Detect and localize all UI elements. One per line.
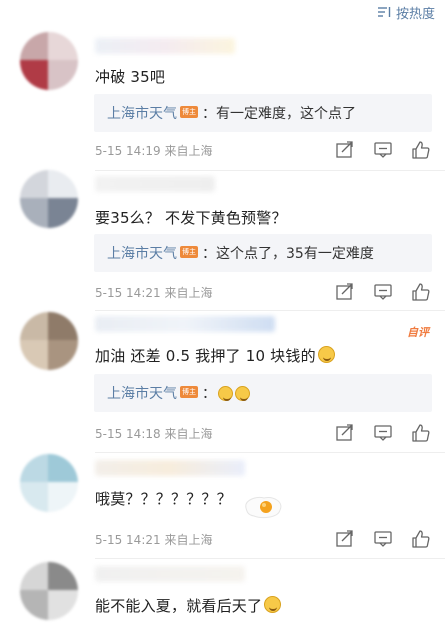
avatar[interactable] — [20, 454, 78, 512]
username-blurred[interactable] — [95, 176, 215, 192]
thumbs-up-icon[interactable] — [411, 530, 431, 548]
comment-icon[interactable] — [373, 530, 393, 548]
comment-text: 要35么？ 不发下黄色预警？ — [95, 209, 287, 227]
divider — [95, 452, 445, 453]
reply-preview[interactable]: 上海市天气 博主 ：有一定难度，这个点了 — [94, 94, 432, 132]
username-blurred[interactable] — [95, 460, 245, 476]
thumbs-up-icon[interactable] — [411, 424, 431, 442]
reply-preview[interactable]: 上海市天气 博主 ：这个点了，35有一定难度 — [94, 234, 432, 272]
comment-actions — [335, 283, 431, 301]
share-icon[interactable] — [335, 530, 355, 548]
divider — [95, 310, 445, 311]
username-blurred[interactable] — [95, 38, 235, 54]
thumbs-up-icon[interactable] — [411, 283, 431, 301]
laughing-emoji-icon — [218, 385, 233, 401]
avatar[interactable] — [20, 312, 78, 370]
reply-author[interactable]: 上海市天气 — [107, 243, 177, 263]
sort-label: 按热度 — [395, 6, 435, 22]
reply-text: ： — [202, 386, 216, 402]
share-icon[interactable] — [335, 283, 355, 301]
reply-text: ：有一定难度，这个点了 — [202, 106, 356, 122]
comment-icon[interactable] — [373, 141, 393, 159]
laughing-emoji-icon — [317, 346, 335, 363]
comment-meta: 5-15 14:21 来自上海 — [95, 286, 213, 300]
username-blurred[interactable] — [95, 566, 245, 582]
comment-icon[interactable] — [373, 283, 393, 301]
divider — [95, 558, 445, 559]
username-blurred[interactable] — [95, 316, 275, 332]
comment-actions — [335, 530, 431, 548]
reply-author[interactable]: 上海市天气 — [107, 383, 177, 403]
avatar[interactable] — [20, 170, 78, 228]
reply-preview[interactable]: 上海市天气 博主 ： — [94, 374, 432, 412]
blogger-badge: 博主 — [180, 386, 198, 398]
comment-text: 哦莫？？？？？？？ — [95, 490, 232, 508]
comment-text: 能不能入夏，就看后天了 — [95, 595, 282, 616]
comment-icon[interactable] — [373, 424, 393, 442]
avatar[interactable] — [20, 562, 78, 620]
share-icon[interactable] — [335, 141, 355, 159]
comment-meta: 5-15 14:18 来自上海 — [95, 427, 213, 441]
avatar[interactable] — [20, 32, 78, 90]
comment-actions — [335, 424, 431, 442]
laughing-emoji-icon — [235, 385, 250, 401]
comment-text-body: 加油 还差 0.5 我押了 10 块钱的 — [95, 347, 316, 365]
laughing-emoji-icon — [264, 596, 282, 613]
fried-egg-emoji-icon — [245, 497, 282, 519]
sort-icon — [377, 7, 391, 17]
comment-text-body: 能不能入夏，就看后天了 — [95, 597, 263, 615]
reply-text: ：这个点了，35有一定难度 — [202, 246, 374, 262]
comment-meta: 5-15 14:21 来自上海 — [95, 533, 213, 547]
self-comment-tag: 自评 — [407, 326, 429, 339]
thumbs-up-icon[interactable] — [411, 141, 431, 159]
sort-toggle[interactable]: 按热度 — [377, 0, 435, 24]
comment-text: 冲破 35吧 — [95, 68, 166, 86]
reply-author[interactable]: 上海市天气 — [107, 103, 177, 123]
blogger-badge: 博主 — [180, 106, 198, 118]
share-icon[interactable] — [335, 424, 355, 442]
comment-actions — [335, 141, 431, 159]
comment-text: 加油 还差 0.5 我押了 10 块钱的 — [95, 345, 335, 366]
comment-meta: 5-15 14:19 来自上海 — [95, 144, 213, 158]
divider — [95, 170, 445, 171]
blogger-badge: 博主 — [180, 246, 198, 258]
